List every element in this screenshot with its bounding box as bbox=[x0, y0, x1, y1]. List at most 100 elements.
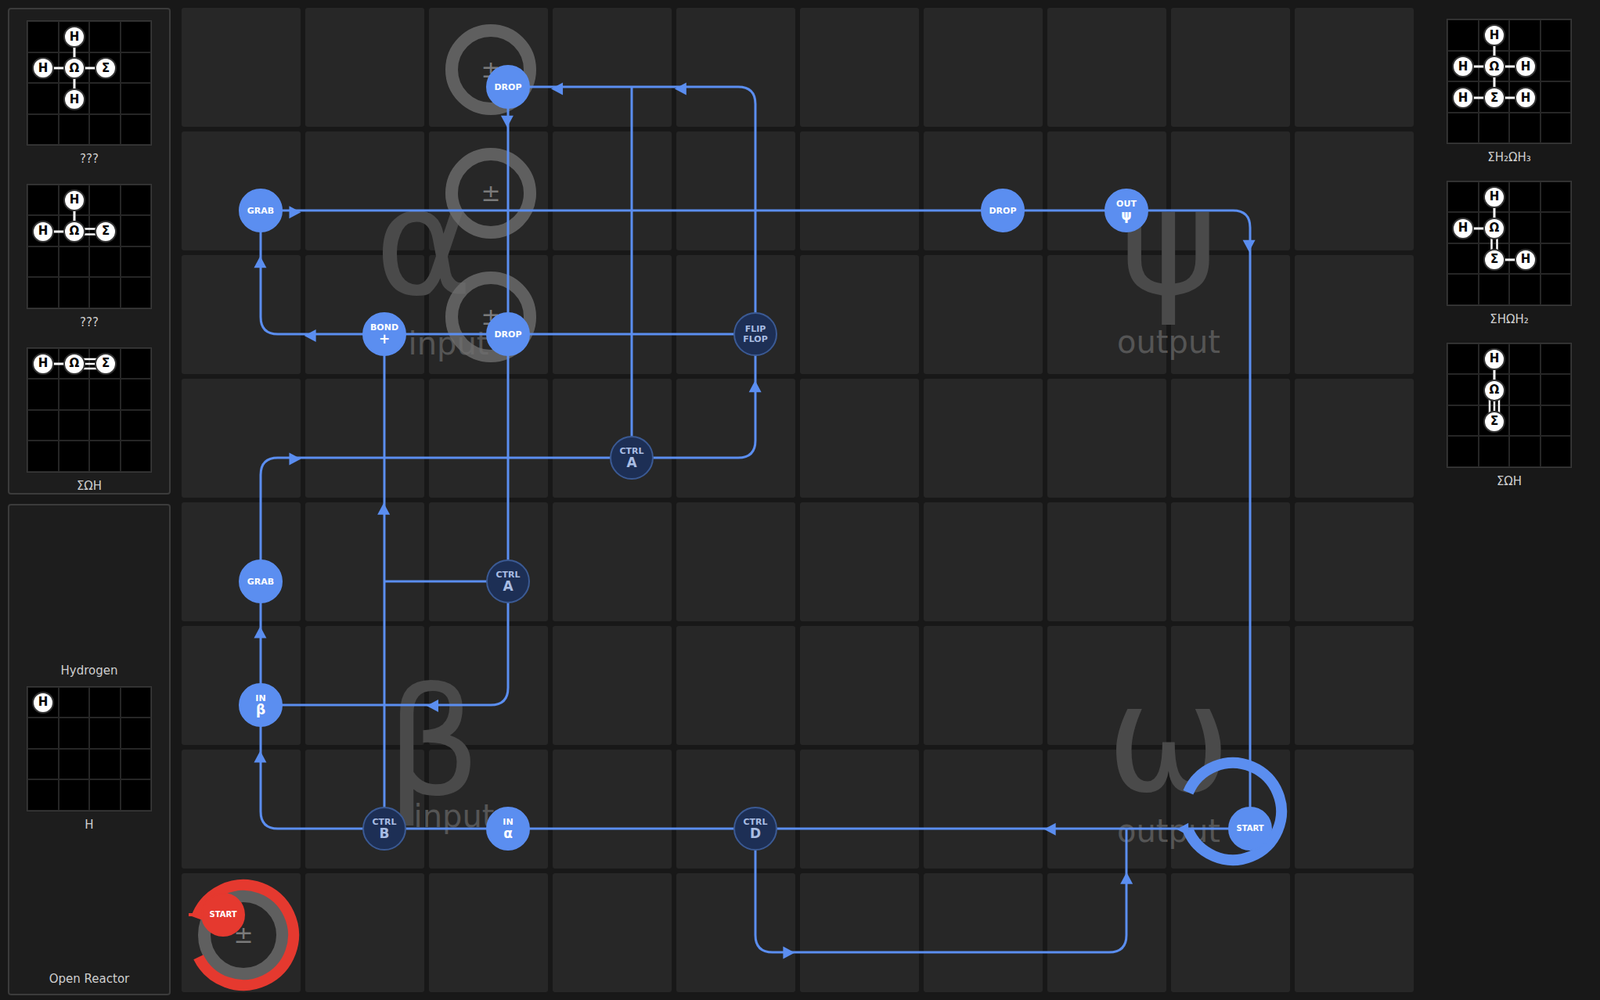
grid-tile[interactable] bbox=[181, 749, 301, 869]
instruction-node[interactable]: START bbox=[201, 893, 246, 937]
grid-tile[interactable] bbox=[1294, 626, 1414, 746]
instruction-node[interactable]: START bbox=[1228, 807, 1273, 851]
grid-tile[interactable] bbox=[923, 255, 1043, 375]
grid-tile[interactable] bbox=[676, 749, 796, 869]
grid-tile[interactable] bbox=[181, 378, 301, 498]
grid-tile[interactable] bbox=[428, 873, 548, 993]
grid-tile[interactable] bbox=[800, 749, 919, 869]
grid-cell bbox=[27, 184, 59, 217]
grid-tile[interactable] bbox=[305, 7, 425, 127]
grid-tile[interactable] bbox=[923, 502, 1043, 622]
grid-tile[interactable] bbox=[1047, 7, 1167, 127]
grid-tile[interactable] bbox=[181, 131, 301, 251]
grid-tile[interactable] bbox=[1171, 7, 1291, 127]
grid-cell bbox=[1540, 50, 1572, 83]
grid-tile[interactable] bbox=[800, 502, 919, 622]
instruction-node[interactable]: CTRLB bbox=[362, 807, 407, 851]
grid-tile[interactable] bbox=[923, 626, 1043, 746]
bonder[interactable]: ± bbox=[445, 147, 537, 239]
instruction-node[interactable]: CTRLD bbox=[733, 807, 778, 851]
grid-tile[interactable] bbox=[181, 626, 301, 746]
grid-tile[interactable] bbox=[800, 378, 919, 498]
grid-tile[interactable] bbox=[1047, 502, 1167, 622]
instruction-node[interactable]: CTRLA bbox=[609, 436, 654, 480]
grid-tile[interactable] bbox=[1294, 502, 1414, 622]
instruction-node[interactable]: DROP bbox=[486, 312, 530, 357]
grid-cell bbox=[1540, 343, 1572, 375]
grid-cell bbox=[1447, 243, 1479, 275]
molecule-card[interactable]: HHΩHHΣHΣH₂ΩH₃ bbox=[1446, 18, 1572, 166]
grid-tile[interactable] bbox=[1047, 873, 1167, 993]
grid-tile[interactable] bbox=[552, 255, 672, 375]
grid-tile[interactable] bbox=[800, 131, 919, 251]
grid-tile[interactable] bbox=[676, 131, 796, 251]
grid-cell bbox=[27, 749, 59, 781]
instruction-node[interactable]: BOND+ bbox=[362, 312, 407, 357]
grid-tile[interactable] bbox=[923, 873, 1043, 993]
grid-cell bbox=[27, 779, 59, 811]
grid-tile[interactable] bbox=[676, 378, 796, 498]
grid-tile[interactable] bbox=[800, 255, 919, 375]
grid-tile[interactable] bbox=[181, 502, 301, 622]
instruction-node[interactable]: INβ bbox=[238, 683, 283, 728]
grid-tile[interactable] bbox=[305, 378, 425, 498]
grid-cell bbox=[1540, 112, 1572, 145]
grid-tile[interactable] bbox=[552, 502, 672, 622]
instruction-node[interactable]: FLIPFLOP bbox=[733, 312, 778, 357]
instruction-node[interactable]: OUTψ bbox=[1104, 188, 1149, 233]
grid-tile[interactable] bbox=[800, 873, 919, 993]
grid-tile[interactable] bbox=[800, 7, 919, 127]
molecule-card[interactable]: HHΩΣHΣHΩH₂ bbox=[1446, 180, 1572, 328]
instruction-node[interactable]: DROP bbox=[980, 188, 1025, 233]
left-panel: HHΩΣH???HHΩΣ???HΩΣΣΩHHydrogenHHOpen Reac… bbox=[0, 0, 171, 1000]
molecule-card[interactable]: HHΩΣH??? bbox=[26, 20, 152, 167]
grid-tile[interactable] bbox=[923, 749, 1043, 869]
instruction-node[interactable]: INα bbox=[486, 807, 530, 851]
grid-tile[interactable] bbox=[1047, 378, 1167, 498]
grid-tile[interactable] bbox=[676, 873, 796, 993]
grid-tile[interactable] bbox=[305, 502, 425, 622]
grid-tile[interactable] bbox=[676, 7, 796, 127]
instruction-node[interactable]: GRAB bbox=[238, 188, 283, 233]
atom: Ω bbox=[1483, 55, 1506, 78]
grid-tile[interactable] bbox=[800, 626, 919, 746]
grid-tile[interactable] bbox=[1171, 873, 1291, 993]
grid-tile[interactable] bbox=[923, 7, 1043, 127]
grid-tile[interactable] bbox=[552, 378, 672, 498]
grid-tile[interactable] bbox=[428, 378, 548, 498]
molecule-card[interactable]: HΩΣΣΩH bbox=[1446, 342, 1572, 490]
grid-tile[interactable] bbox=[1294, 255, 1414, 375]
grid-tile[interactable] bbox=[923, 131, 1043, 251]
grid-cell bbox=[27, 21, 59, 53]
grid-tile[interactable] bbox=[1294, 873, 1414, 993]
molecule-card[interactable]: HΩΣΣΩH bbox=[26, 347, 152, 494]
grid-tile[interactable] bbox=[181, 255, 301, 375]
grid-cell bbox=[89, 687, 121, 719]
grid-cell bbox=[27, 440, 59, 473]
grid-tile[interactable] bbox=[1294, 131, 1414, 251]
grid-tile[interactable] bbox=[1294, 749, 1414, 869]
molecule-card[interactable]: HHΩΣ??? bbox=[26, 183, 152, 331]
instruction-node[interactable]: DROP bbox=[486, 64, 530, 109]
molecule-card[interactable]: HH bbox=[26, 686, 152, 833]
instruction-node[interactable]: CTRLA bbox=[486, 559, 530, 604]
grid-tile[interactable] bbox=[1294, 7, 1414, 127]
grid-tile[interactable] bbox=[676, 502, 796, 622]
molecule-grid: HΩΣ bbox=[1446, 342, 1572, 469]
grid-tile[interactable] bbox=[1294, 378, 1414, 498]
grid-tile[interactable] bbox=[428, 502, 548, 622]
grid-tile[interactable] bbox=[552, 626, 672, 746]
grid-tile[interactable] bbox=[305, 873, 425, 993]
grid-cell bbox=[1447, 112, 1479, 145]
grid-tile[interactable] bbox=[552, 749, 672, 869]
grid-tile[interactable] bbox=[552, 873, 672, 993]
grid-tile[interactable] bbox=[676, 255, 796, 375]
grid-tile[interactable] bbox=[181, 7, 301, 127]
grid-tile[interactable] bbox=[1171, 378, 1291, 498]
grid-tile[interactable] bbox=[923, 378, 1043, 498]
grid-tile[interactable] bbox=[676, 626, 796, 746]
grid-tile[interactable] bbox=[1171, 502, 1291, 622]
instruction-node[interactable]: GRAB bbox=[238, 559, 283, 604]
grid-tile[interactable] bbox=[552, 131, 672, 251]
grid-tile[interactable] bbox=[552, 7, 672, 127]
